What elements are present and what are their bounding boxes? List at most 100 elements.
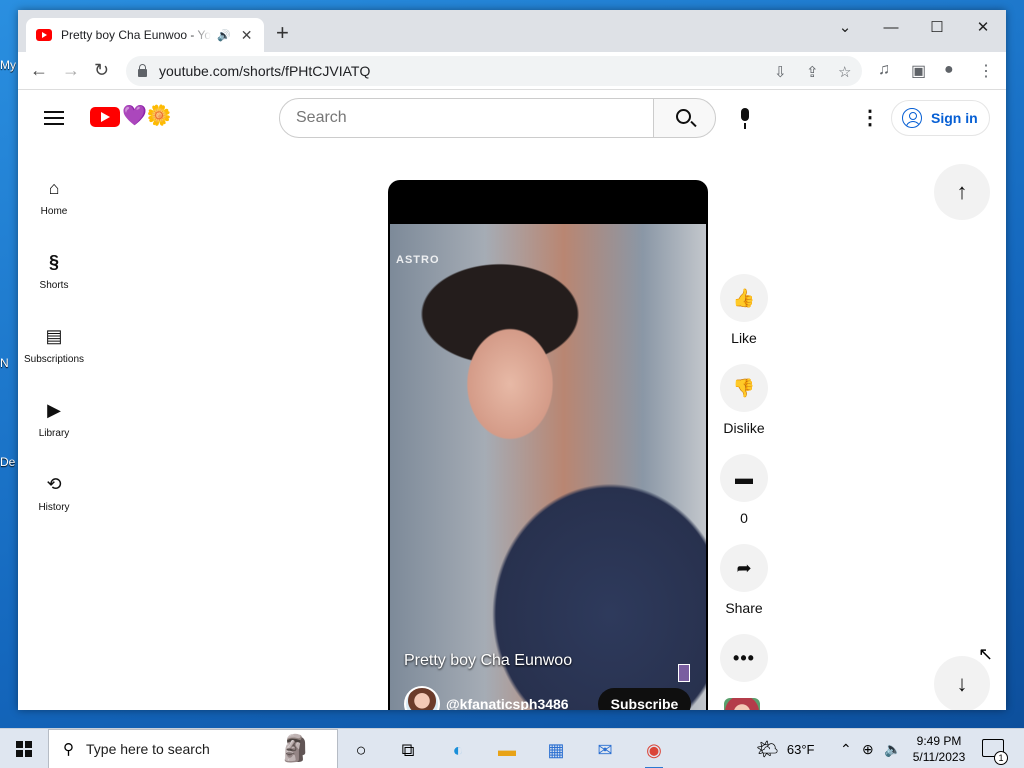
video-frame[interactable]: ASTRO xyxy=(390,224,706,710)
task-view-icon[interactable]: ⧉ xyxy=(395,737,421,763)
speaker-icon[interactable]: 🔊 xyxy=(217,29,231,42)
start-button[interactable] xyxy=(16,741,32,757)
library-icon: ▶ xyxy=(47,400,61,420)
address-bar[interactable]: youtube.com/shorts/fPHtCJVIATQ ⇩ ⇪ ☆ xyxy=(126,56,862,86)
notification-badge: 1 xyxy=(994,751,1008,765)
desktop-icon-label[interactable]: My xyxy=(0,58,16,72)
tab-strip: Pretty boy Cha Eunwoo - YouTube 🔊 ✕ + ⌄ … xyxy=(18,10,1006,52)
search-button[interactable] xyxy=(653,98,716,138)
store-icon[interactable]: ▦ xyxy=(543,737,569,763)
microphone-icon[interactable] xyxy=(734,108,756,130)
more-options-icon[interactable]: ••• xyxy=(720,634,768,682)
url-text[interactable]: youtube.com/shorts/fPHtCJVIATQ xyxy=(159,63,370,79)
logo-doodle[interactable]: 💜🌼 xyxy=(122,103,172,128)
sidebar-item-label: Library xyxy=(38,428,70,439)
sidebar-item-history[interactable]: ⟲ History xyxy=(18,458,90,532)
clock-time: 9:49 PM xyxy=(916,734,962,748)
sidebar-item-label: Subscriptions xyxy=(23,354,85,365)
previous-short-button[interactable]: ↑ xyxy=(934,164,990,220)
share-arrow-icon[interactable]: ➦ xyxy=(720,544,768,592)
minimize-button[interactable]: — xyxy=(868,10,914,44)
temperature: 63°F xyxy=(786,742,815,757)
clock-date: 5/11/2023 xyxy=(912,750,966,764)
dislike-action: 👎 Dislike xyxy=(718,364,770,436)
sign-in-button[interactable]: Sign in xyxy=(891,100,990,136)
edge-icon[interactable]: ◐ xyxy=(445,737,471,763)
close-window-button[interactable]: ✕ xyxy=(960,10,1006,44)
reload-button[interactable]: ↻ xyxy=(94,60,109,80)
like-action: 👍 Like xyxy=(718,274,770,346)
subscriptions-icon: ▤ xyxy=(45,326,63,346)
like-label: Like xyxy=(731,330,757,346)
comment-icon[interactable]: ▬ xyxy=(720,454,768,502)
youtube-logo[interactable] xyxy=(90,107,120,127)
desktop-icon-label[interactable]: De xyxy=(0,455,15,469)
history-icon: ⟲ xyxy=(46,474,62,494)
youtube-page: 💜🌼 ⋮ Sign in ⌂ Home § Shorts ▤ Subscript… xyxy=(18,90,1006,710)
weather-widget[interactable]: 🌤 63°F xyxy=(756,739,814,760)
mini-guide: ⌂ Home § Shorts ▤ Subscriptions ▶ Librar… xyxy=(18,162,90,532)
file-explorer-icon[interactable]: ▬ xyxy=(494,737,520,763)
taskbar-search-placeholder: Type here to search xyxy=(86,741,210,757)
dislike-icon[interactable]: 👎 xyxy=(720,364,768,412)
comments-action: ▬ 0 xyxy=(718,454,770,526)
new-tab-button[interactable]: + xyxy=(276,22,289,44)
cortana-icon[interactable]: ○ xyxy=(348,737,374,763)
back-button[interactable]: ← xyxy=(30,60,48,80)
side-panel-icon[interactable]: ▣ xyxy=(911,61,926,81)
video-title[interactable]: Pretty boy Cha Eunwoo xyxy=(404,652,572,670)
chrome-menu-icon[interactable]: ⋮ xyxy=(978,61,994,81)
sidebar-item-library[interactable]: ▶ Library xyxy=(18,384,90,458)
forward-button[interactable]: → xyxy=(62,60,80,80)
user-circle-icon xyxy=(902,108,922,128)
sidebar-item-subscriptions[interactable]: ▤ Subscriptions xyxy=(18,310,90,384)
share-action: ➦ Share xyxy=(718,544,770,616)
mail-icon[interactable]: ✉ xyxy=(592,737,618,763)
weather-icon: 🌤 xyxy=(756,739,779,759)
tab-title: Pretty boy Cha Eunwoo - YouTube xyxy=(61,28,211,42)
youtube-favicon-icon xyxy=(36,29,52,41)
bookmark-star-icon[interactable]: ☆ xyxy=(838,63,851,81)
sign-in-label: Sign in xyxy=(931,110,978,126)
network-icon[interactable]: ⊕ xyxy=(862,741,874,758)
browser-tab[interactable]: Pretty boy Cha Eunwoo - YouTube 🔊 ✕ xyxy=(26,18,264,52)
maximize-button[interactable]: ☐ xyxy=(914,10,960,44)
share-icon[interactable]: ⇪ xyxy=(806,63,819,81)
install-app-icon[interactable]: ⇩ xyxy=(774,63,787,81)
desktop-icon-label[interactable]: N xyxy=(0,356,9,370)
sidebar-item-shorts[interactable]: § Shorts xyxy=(18,236,90,310)
media-control-icon[interactable]: ♫ xyxy=(878,61,890,79)
volume-icon[interactable]: 🔈 xyxy=(884,741,901,758)
search-icon: ⚲ xyxy=(63,741,74,758)
lock-icon[interactable] xyxy=(138,64,147,77)
settings-menu-icon[interactable]: ⋮ xyxy=(860,108,880,128)
taskbar: ⚲ Type here to search 🗿 ○ ⧉ ◐ ▬ ▦ ✉ ◉ 🌤 … xyxy=(0,728,1024,768)
browser-toolbar: ← → ↻ youtube.com/shorts/fPHtCJVIATQ ⇩ ⇪… xyxy=(18,52,1006,90)
home-icon: ⌂ xyxy=(48,178,60,198)
action-bar: 👍 Like 👎 Dislike ▬ 0 ➦ Share ••• xyxy=(718,274,770,700)
search-input[interactable] xyxy=(279,98,654,138)
chrome-icon[interactable]: ◉ xyxy=(641,737,667,768)
sound-avatar[interactable] xyxy=(724,698,760,710)
tray-chevron-icon[interactable]: ⌃ xyxy=(840,741,852,758)
shorts-player[interactable]: ASTRO Pretty boy Cha Eunwoo @kfanaticsph… xyxy=(388,180,708,710)
sidebar-item-label: Shorts xyxy=(39,280,69,291)
dislike-label: Dislike xyxy=(723,420,765,436)
mouse-cursor-icon: ↖ xyxy=(978,644,994,664)
sidebar-item-label: Home xyxy=(40,206,68,217)
system-clock[interactable]: 9:49 PM 5/11/2023 xyxy=(906,733,972,765)
sidebar-item-home[interactable]: ⌂ Home xyxy=(18,162,90,236)
taskbar-search-box[interactable]: ⚲ Type here to search 🗿 xyxy=(48,729,338,768)
subscribe-button[interactable]: Subscribe xyxy=(598,688,691,710)
tab-close-button[interactable]: ✕ xyxy=(241,27,253,44)
browser-window: Pretty boy Cha Eunwoo - YouTube 🔊 ✕ + ⌄ … xyxy=(18,10,1006,710)
channel-name[interactable]: @kfanaticsph3486 xyxy=(446,696,569,710)
hamburger-menu-icon[interactable] xyxy=(44,111,64,125)
more-action: ••• xyxy=(718,634,770,682)
product-tag-icon[interactable] xyxy=(678,664,690,682)
tab-search-button[interactable]: ⌄ xyxy=(822,10,868,44)
profile-icon[interactable]: ● xyxy=(944,61,954,79)
like-icon[interactable]: 👍 xyxy=(720,274,768,322)
comment-count: 0 xyxy=(740,510,748,526)
search-highlight-image: 🗿 xyxy=(279,733,312,763)
